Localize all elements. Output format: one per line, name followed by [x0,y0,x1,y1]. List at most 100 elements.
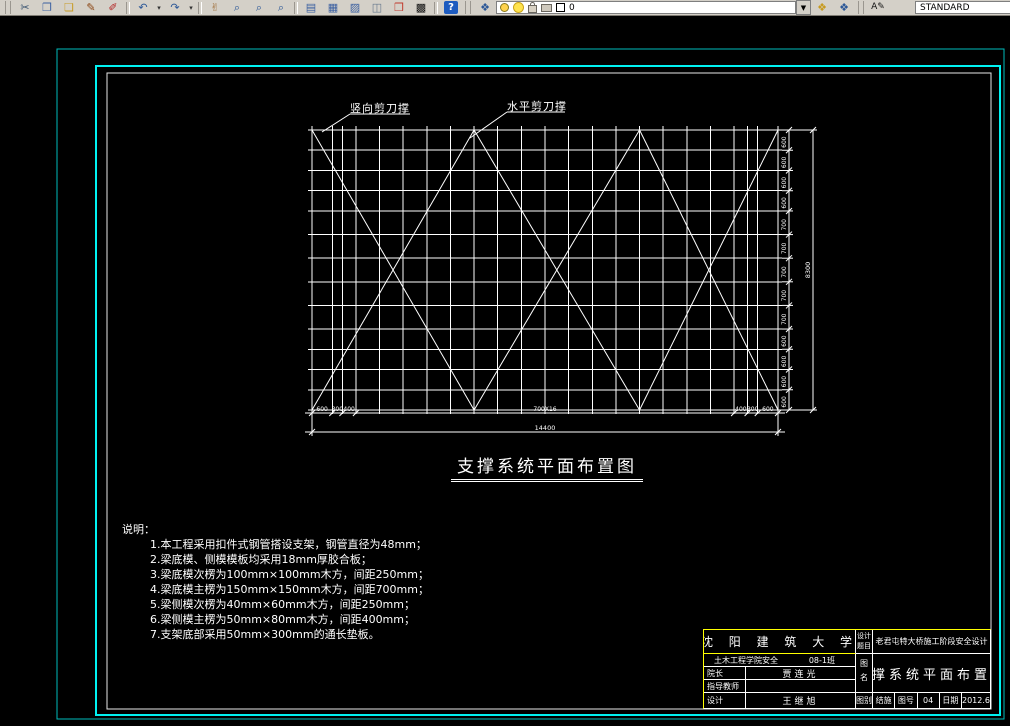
notes-block: 说明： 1.本工程采用扣件式钢管搭设支架，钢管直径为48mm； 2.梁底模、侧模模… [122,521,429,642]
redo-icon[interactable]: ↷ [164,0,186,15]
title-block-row-value: 王继旭 [746,693,856,708]
note-line: 1.本工程采用扣件式钢管搭设支架，钢管直径为48mm； [150,538,427,551]
class-name: 08-1班 [808,655,835,665]
toolbar-separator [126,1,130,14]
dim-label: 600 [781,376,788,388]
notes-list: 1.本工程采用扣件式钢管搭设支架，钢管直径为48mm； 2.梁底模、侧模模板均采用… [122,537,429,642]
help-icon[interactable]: ? [440,0,462,15]
dim-label: 600 [781,355,788,367]
layer-manager-icon[interactable]: ▦ [322,0,344,15]
toolbar-grip [465,1,471,14]
text-style-icon[interactable]: A✎ [867,0,889,15]
dim-label: 700 [781,219,788,231]
toolbar-grip [5,1,11,14]
title-block-drawing-name-label: 图名 [856,654,873,693]
dim-label: 600 [781,197,788,209]
title-block-drawing-name: 支撑系统平面布置图 [873,654,990,693]
dim-label: 8300 [804,262,812,279]
layer-freeze-icon[interactable] [513,2,524,13]
label-horizontal-brace: 水平剪刀撑 [507,100,567,113]
title-block-project: 老君屯特大桥施工阶段安全设计 [873,630,990,654]
drawing-no: 04 [916,693,939,708]
dim-label: 600 [781,177,788,189]
calculator-icon[interactable]: ▩ [410,0,432,15]
paste-icon[interactable]: ❏ [58,0,80,15]
drawing-title: 支撑系统平面布置图 [451,452,643,482]
make-layer-current-icon[interactable]: ❖ [811,0,833,15]
dim-label: 700 [781,266,788,278]
text-style-combo[interactable]: STANDARD▼ [915,1,1010,14]
copy-icon[interactable]: ❐ [36,0,58,15]
title-block-type-label: 图别 [856,693,873,708]
zoom-window-icon[interactable]: ⌕ [248,0,270,15]
match-properties-icon[interactable]: ✐ [102,0,124,15]
layer-previous-icon[interactable]: ❖ [833,0,855,15]
undo-icon[interactable]: ↶ [132,0,154,15]
dim-label: 600 [762,406,774,413]
note-line: 3.梁底模次楞为100mm×100mm木方，间距250mm； [150,568,429,581]
dim-label: 700 [781,313,788,325]
note-line: 5.梁侧模次楞为40mm×60mm木方，间距250mm； [150,598,415,611]
toolbar-grip [858,1,864,14]
date-label: 日期 [938,693,961,708]
text-style-value: STANDARD [920,2,970,13]
grid-lines [308,126,782,414]
title-block-row-value [746,680,856,693]
toolbar-separator [198,1,202,14]
title-block-department: 土木工程学院安全 08-1班 [704,654,856,667]
dim-label: 700X16 [533,406,556,413]
sheets-icon[interactable]: ❒ [388,0,410,15]
views-icon[interactable]: ◫ [366,0,388,15]
dim-label: 600 [781,396,788,408]
toolbar-separator [294,1,298,14]
dim-label: 600 [316,406,328,413]
cut-icon[interactable]: ✂ [14,0,36,15]
toolbar-separator [434,1,438,14]
date-value: 2012.6 [961,693,990,708]
layer-plot-icon[interactable] [541,3,552,12]
title-block-row-label: 设计 [704,693,746,708]
department-name: 土木工程学院安全 [714,655,778,665]
redo-dropdown-icon[interactable]: ▾ [186,0,196,15]
dim-label: 400 [735,406,747,413]
label-vertical-brace: 竖向剪刀撑 [350,102,410,115]
layer-on-icon[interactable] [500,3,509,12]
layers-icon[interactable]: ❖ [474,0,496,15]
dim-label: 14400 [535,424,556,432]
toolbar: ✂❐❏✎✐↶▾↷▾✌⌕⌕⌕▤▦▨◫❒▩?❖0▼❖❖A✎STANDARD▼▸ [0,0,1010,16]
title-block-row-label: 院长 [704,667,746,680]
dim-label: 600 [781,156,788,168]
drawing-canvas[interactable]: 600 300 400 700X16 400 300 600 14400 600 600 600 60… [0,16,1010,726]
dim-label: 700 [781,242,788,254]
layer-combo-dropdown-icon[interactable]: ▼ [796,0,811,15]
undo-dropdown-icon[interactable]: ▾ [154,0,164,15]
title-block: 沈 阳 建 筑 大 学 设计题目 老君屯特大桥施工阶段安全设计 土木工程学院安全… [703,629,991,709]
title-block-university: 沈 阳 建 筑 大 学 [704,630,856,654]
brush-icon[interactable]: ✎ [80,0,102,15]
pan-icon[interactable]: ✌ [204,0,226,15]
layout-icon[interactable]: ▨ [344,0,366,15]
dim-label: 300 [332,406,344,413]
dim-label: 700 [781,290,788,302]
dim-label: 400 [343,406,355,413]
drawing-no-label: 图号 [894,693,916,708]
question-mark-icon: ? [444,1,458,14]
title-block-bottom-row: 结施 图号 04 日期 2012.6 [873,693,990,708]
zoom-realtime-icon[interactable]: ⌕ [226,0,248,15]
layer-name: 0 [569,2,575,13]
title-block-project-label: 设计题目 [856,630,873,654]
dim-label: 600 [781,136,788,148]
layer-lock-icon[interactable] [528,2,537,13]
note-line: 2.梁底模、侧模模板均采用18mm厚胶合板； [150,553,372,566]
note-line: 4.梁底模主楞为150mm×150mm木方，间距700mm； [150,583,429,596]
dim-label: 600 [781,335,788,347]
note-line: 7.支架底部采用50mm×300mm的通长垫板。 [150,628,380,641]
zoom-previous-icon[interactable]: ⌕ [270,0,292,15]
note-line: 6.梁侧模主楞为50mm×80mm木方，间距400mm； [150,613,415,626]
title-block-row-value: 贾连光 [746,667,856,680]
palettes-icon[interactable]: ▤ [300,0,322,15]
layer-color-swatch[interactable] [556,3,565,12]
dim-label: 300 [747,406,759,413]
layer-combo[interactable]: 0 [496,1,796,14]
title-block-row-label: 指导教师 [704,680,746,693]
